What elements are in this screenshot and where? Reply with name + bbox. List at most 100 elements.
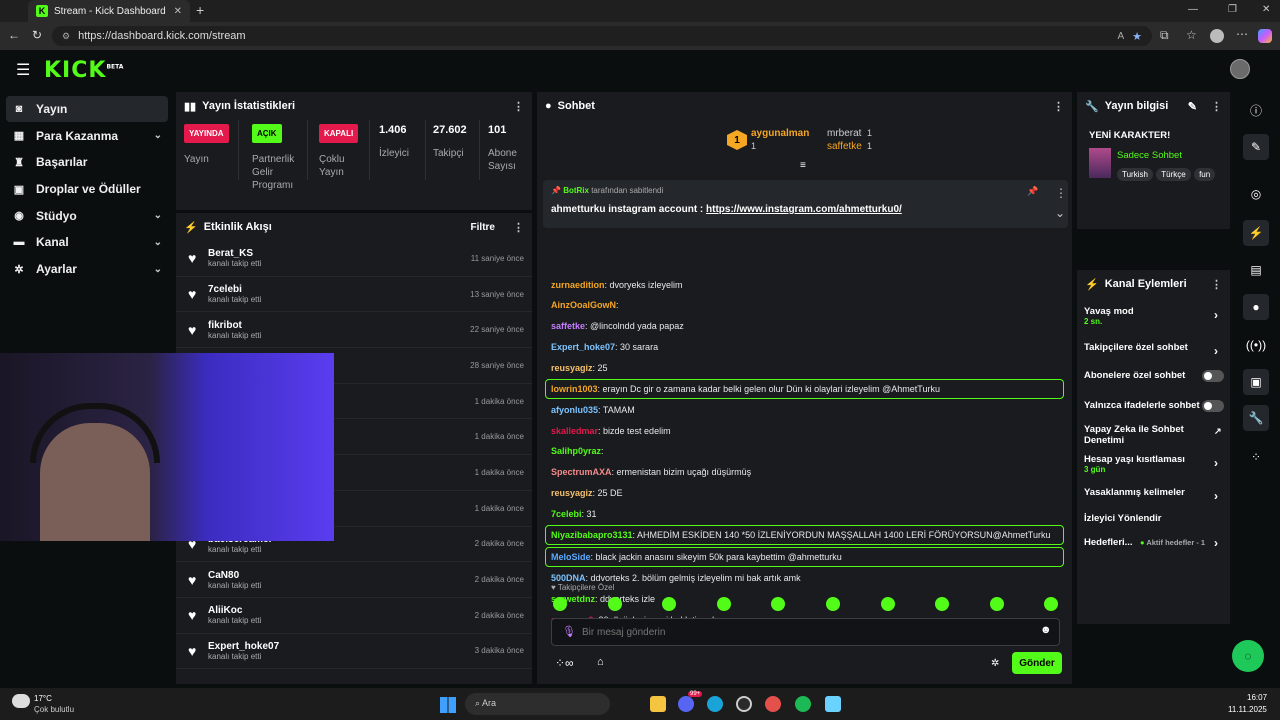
more-options-icon[interactable]: ⋮ bbox=[513, 100, 524, 113]
edit-icon[interactable]: ✎ bbox=[1188, 100, 1197, 113]
gifter-name[interactable]: mrberat bbox=[827, 128, 861, 139]
chat-message[interactable]: afyonlu035: TAMAM bbox=[551, 405, 635, 415]
chat-username[interactable]: reusyagiz bbox=[551, 488, 593, 498]
maximize-button[interactable]: ❐ bbox=[1228, 4, 1237, 15]
unpin-icon[interactable]: 📌 bbox=[1027, 186, 1038, 197]
follower-name[interactable]: AliiKoc bbox=[208, 605, 261, 616]
wrench-icon[interactable]: 🔧 bbox=[1243, 405, 1269, 431]
sidebar-item-kanal[interactable]: ▬ Kanal ⌄ bbox=[6, 229, 168, 255]
chat-message[interactable]: Niyazibabapro3131: AHMEDİM ESKİDEN 140 *… bbox=[551, 530, 1050, 540]
tab-close-icon[interactable]: ✕ bbox=[174, 6, 182, 17]
hamburger-menu-icon[interactable]: ☰ bbox=[16, 60, 30, 80]
message-field[interactable] bbox=[582, 624, 1022, 640]
chat-username[interactable]: Expert_hoke07 bbox=[551, 342, 615, 352]
channel-action-row[interactable]: Hesap yaşı kısıtlaması 3 gün › bbox=[1084, 454, 1224, 474]
category-name[interactable]: Sadece Sohbet bbox=[1117, 150, 1182, 161]
collapse-icon[interactable]: ≡ bbox=[800, 160, 806, 171]
toggle-switch[interactable] bbox=[1202, 400, 1224, 412]
chat-message[interactable]: Expert_hoke07: 30 sarara bbox=[551, 342, 658, 352]
channel-action-row[interactable]: Yalnızca ifadelerle sohbet bbox=[1084, 400, 1224, 412]
chat-username[interactable]: Niyazibabapro3131 bbox=[551, 530, 633, 540]
browser-menu-icon[interactable]: ⋯ bbox=[1236, 27, 1248, 41]
chat-username[interactable]: AinzOoalGowN bbox=[551, 300, 616, 310]
follower-name[interactable]: 7celebi bbox=[208, 284, 261, 295]
toggle-switch[interactable] bbox=[1202, 370, 1224, 382]
taskbar-search[interactable]: ⌕ Ara bbox=[465, 693, 610, 715]
spotify-icon[interactable] bbox=[795, 696, 811, 712]
chat-username[interactable]: reusyagiz bbox=[551, 363, 593, 373]
emote-icon[interactable] bbox=[1044, 597, 1059, 611]
emote-icon[interactable] bbox=[607, 597, 622, 611]
chat-username[interactable]: lowrin1003 bbox=[551, 384, 598, 394]
new-tab-button[interactable]: + bbox=[196, 2, 204, 18]
sidebar-item-studyo[interactable]: ◉ Stüdyo ⌄ bbox=[6, 203, 168, 229]
more-options-icon[interactable]: ⋮ bbox=[513, 221, 524, 234]
chat-username[interactable]: MeloSide bbox=[551, 552, 591, 562]
chat-input[interactable]: 🎙 ☻ bbox=[551, 618, 1060, 646]
gifter-name[interactable]: aygunalman bbox=[751, 128, 809, 139]
broadcast-icon[interactable]: ((•)) bbox=[1243, 332, 1269, 358]
emote-icon[interactable] bbox=[716, 597, 731, 611]
chat-username[interactable]: skalledmar bbox=[551, 426, 598, 436]
channel-action-row[interactable]: Yasaklanmış kelimeler › bbox=[1084, 487, 1224, 503]
follower-name[interactable]: Berat_KS bbox=[208, 248, 261, 259]
infinity-icon[interactable]: ⁘∞ bbox=[555, 656, 574, 670]
file-explorer-icon[interactable] bbox=[650, 696, 666, 712]
tag[interactable]: Turkish bbox=[1117, 168, 1153, 181]
store-icon[interactable]: ⌂ bbox=[597, 656, 604, 668]
edit-icon[interactable]: ✎ bbox=[1243, 134, 1269, 160]
channel-action-row[interactable]: Takipçilere özel sohbet › bbox=[1084, 342, 1224, 358]
reload-icon[interactable]: ↻ bbox=[32, 28, 42, 42]
clock-time[interactable]: 16:07 bbox=[1247, 693, 1267, 702]
gifter-name[interactable]: saffetke bbox=[827, 141, 862, 152]
user-avatar[interactable] bbox=[1230, 59, 1250, 79]
chat-username[interactable]: 500DNA bbox=[551, 573, 586, 583]
discord-icon[interactable] bbox=[678, 696, 694, 712]
pinned-link[interactable]: https://www.instagram.com/ahmetturku0/ bbox=[706, 204, 902, 215]
microphone-icon[interactable]: 🎙 bbox=[562, 625, 576, 638]
sidebar-item-yayin[interactable]: ◙ Yayın bbox=[6, 96, 168, 122]
read-aloud-icon[interactable]: A bbox=[1117, 31, 1124, 42]
start-icon[interactable] bbox=[440, 697, 456, 713]
chat-username[interactable]: 7celebi bbox=[551, 509, 582, 519]
chat-message[interactable]: Salihp0yraz: bbox=[551, 446, 604, 456]
tag[interactable]: Türkçe bbox=[1156, 168, 1191, 181]
emote-icon[interactable] bbox=[880, 597, 895, 611]
chat-message[interactable]: 500DNA: ddvorteks 2. bölüm gelmiş izleye… bbox=[551, 573, 801, 583]
emote-icon[interactable] bbox=[662, 597, 677, 611]
info-icon[interactable]: ⓘ bbox=[1243, 97, 1269, 123]
site-info-icon[interactable]: ⚙ bbox=[62, 31, 70, 42]
chat-message[interactable]: 7celebi: 31 bbox=[551, 509, 597, 519]
channel-action-row[interactable]: Hedefleri... ● Aktif hedefler - 1 › bbox=[1084, 536, 1224, 550]
kick-logo[interactable]: KICKBETA bbox=[44, 58, 123, 83]
chat-username[interactable]: zurnaedition bbox=[551, 280, 605, 290]
more-options-icon[interactable]: ⋮ bbox=[1211, 278, 1222, 291]
camera-icon[interactable]: ◎ bbox=[1243, 181, 1269, 207]
emoji-icon[interactable]: ☻ bbox=[1040, 624, 1052, 636]
document-icon[interactable]: ▤ bbox=[1243, 257, 1269, 283]
follower-name[interactable]: Expert_hoke07 bbox=[208, 641, 279, 652]
screen-icon[interactable]: ▣ bbox=[1243, 369, 1269, 395]
url-field[interactable]: ⚙ https://dashboard.kick.com/stream A ★ bbox=[52, 26, 1152, 46]
chat-message[interactable]: lowrin1003: erayın Dc gir o zamana kadar… bbox=[551, 384, 940, 394]
chat-username[interactable]: SpectrumAXA bbox=[551, 467, 612, 477]
favorites-icon[interactable]: ☆ bbox=[1186, 28, 1197, 42]
chat-message[interactable]: SpectrumAXA: ermenistan bizim uçağı düşü… bbox=[551, 467, 751, 477]
chat-message[interactable]: skalledmar: bizde test edelim bbox=[551, 426, 671, 436]
favorite-star-icon[interactable]: ★ bbox=[1132, 30, 1142, 43]
emote-icon[interactable] bbox=[826, 597, 840, 611]
notepad-icon[interactable] bbox=[825, 696, 841, 712]
minimize-button[interactable]: — bbox=[1188, 4, 1198, 15]
chat-message[interactable]: MeloSide: black jackin anasını sikeyim 5… bbox=[551, 552, 842, 562]
tag[interactable]: fun bbox=[1194, 168, 1216, 181]
chat-username[interactable]: Salihp0yraz bbox=[551, 446, 601, 456]
clock-date[interactable]: 11.11.2025 bbox=[1228, 705, 1267, 714]
sidebar-item-basarilar[interactable]: ♜ Başarılar bbox=[6, 149, 168, 175]
browser-tab[interactable]: K Stream - Kick Dashboard ✕ bbox=[28, 0, 190, 22]
copilot-icon[interactable] bbox=[1258, 29, 1272, 43]
chat-settings-icon[interactable]: ✲ bbox=[991, 658, 999, 669]
chat-username[interactable]: afyonlu035 bbox=[551, 405, 598, 415]
sidebar-item-ayarlar[interactable]: ✲ Ayarlar ⌄ bbox=[6, 256, 168, 282]
chat-message[interactable]: saffetke: @lincolndd yada papaz bbox=[551, 321, 684, 331]
profile-avatar-icon[interactable] bbox=[1210, 29, 1224, 43]
